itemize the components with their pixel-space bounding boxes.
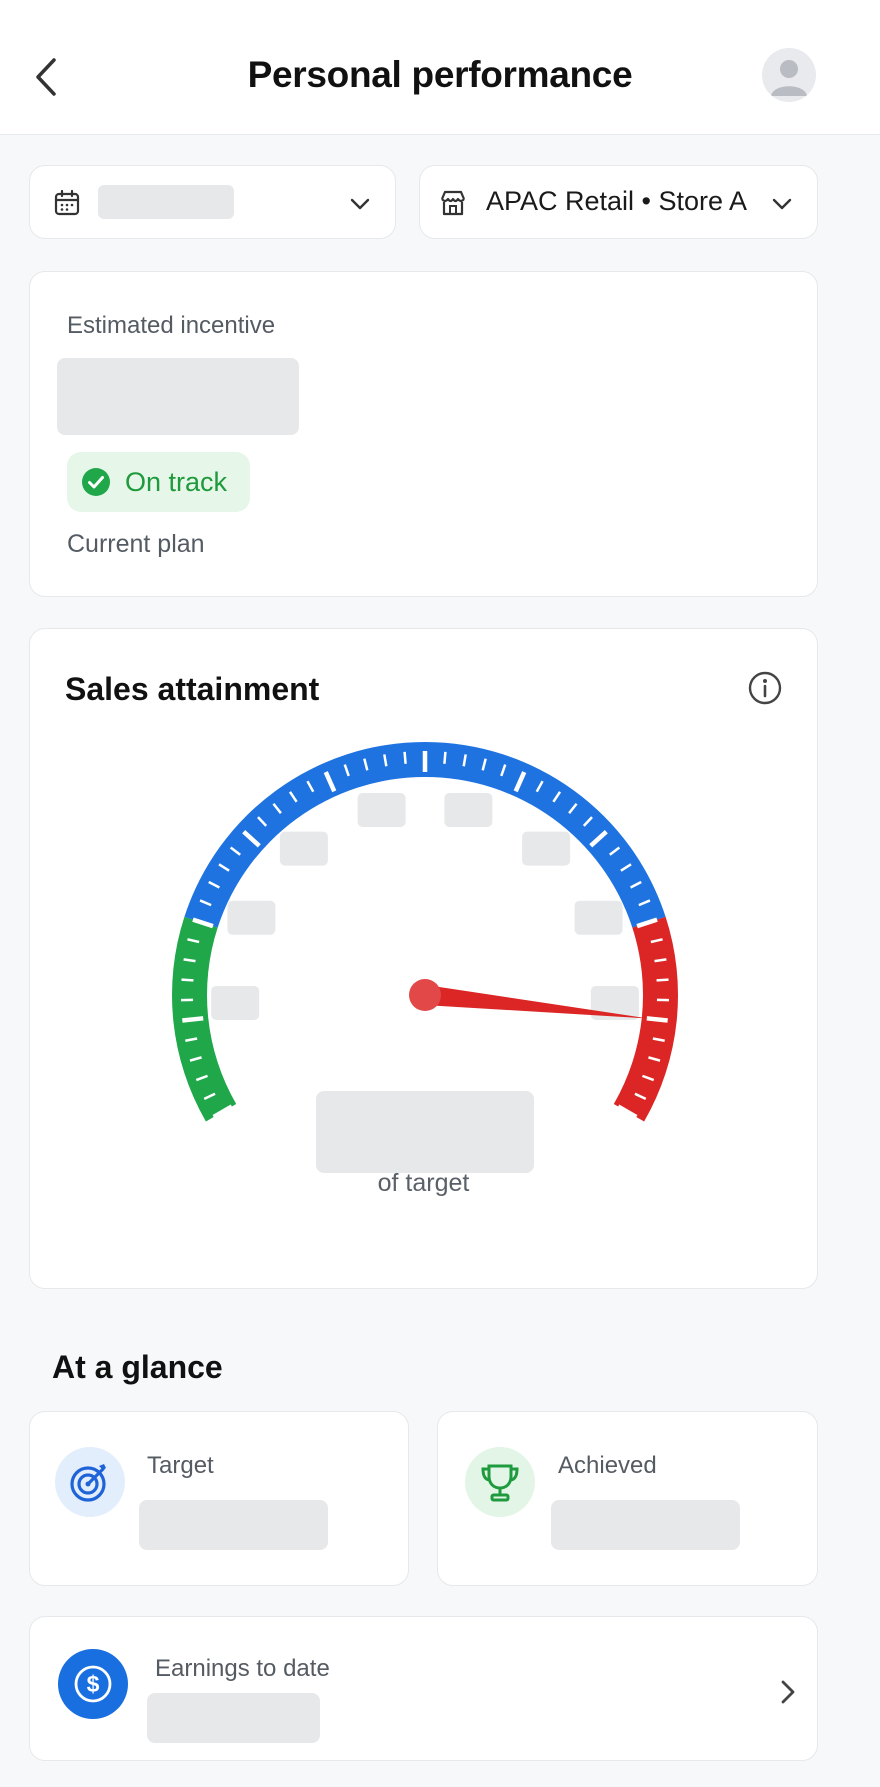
gauge-tick (443, 751, 447, 764)
earnings-card[interactable]: $ Earnings to date (29, 1616, 818, 1761)
incentive-label: Estimated incentive (67, 312, 276, 339)
gauge-tick (654, 958, 667, 963)
glance-title: At a glance (52, 1349, 223, 1385)
of-target-caption: of target (377, 1169, 470, 1197)
achieved-card: Achieved (437, 1411, 818, 1586)
user-icon (771, 60, 807, 96)
earnings-value-placeholder (147, 1693, 320, 1743)
attainment-card: Sales attainment of target (29, 628, 818, 1289)
gauge-tick (403, 751, 407, 764)
achieved-label: Achieved (558, 1452, 657, 1479)
app-header: Personal performance (0, 0, 880, 135)
chevron-right-icon (781, 1680, 795, 1704)
period-value-placeholder (98, 185, 234, 219)
svg-text:$: $ (87, 1671, 100, 1697)
chevron-down-icon (350, 198, 370, 210)
target-label: Target (147, 1452, 214, 1479)
status-badge: On track (67, 452, 250, 512)
gauge-needle-hub (409, 979, 441, 1011)
incentive-card: Estimated incentive On track Current pla… (29, 271, 818, 597)
target-card: Target (29, 1411, 409, 1586)
dollar-icon: $ (58, 1649, 128, 1719)
target-value-placeholder (139, 1500, 328, 1550)
store-selector[interactable]: APAC Retail • Store A (419, 165, 818, 239)
gauge-tick (656, 978, 669, 982)
gauge-tick-label (444, 793, 493, 828)
gauge-tick-label (279, 831, 328, 866)
gauge-tick-label (574, 900, 623, 935)
attainment-value-placeholder (316, 1091, 534, 1173)
plan-label: Current plan (67, 530, 205, 558)
page-title: Personal performance (247, 54, 633, 95)
gauge-tick-label (357, 793, 406, 828)
trophy-icon (465, 1447, 535, 1517)
status-text: On track (125, 467, 228, 497)
check-circle-icon (82, 468, 110, 496)
gauge-tick (181, 978, 194, 982)
avatar[interactable] (762, 48, 816, 102)
calendar-icon (54, 189, 80, 216)
gauge-tick-label (522, 831, 571, 866)
chevron-down-icon (772, 198, 792, 210)
store-icon (440, 190, 466, 216)
gauge-tick (182, 1016, 204, 1023)
gauge-tick (646, 1016, 668, 1023)
period-selector[interactable] (29, 165, 396, 239)
earnings-label: Earnings to date (155, 1655, 330, 1682)
store-value: APAC Retail • Store A (486, 186, 748, 216)
incentive-amount-placeholder (57, 358, 299, 435)
gauge-tick (183, 958, 196, 963)
target-icon (55, 1447, 125, 1517)
gauge-tick-label (227, 900, 276, 935)
achieved-value-placeholder (551, 1500, 740, 1550)
gauge-tick-label (211, 985, 260, 1020)
